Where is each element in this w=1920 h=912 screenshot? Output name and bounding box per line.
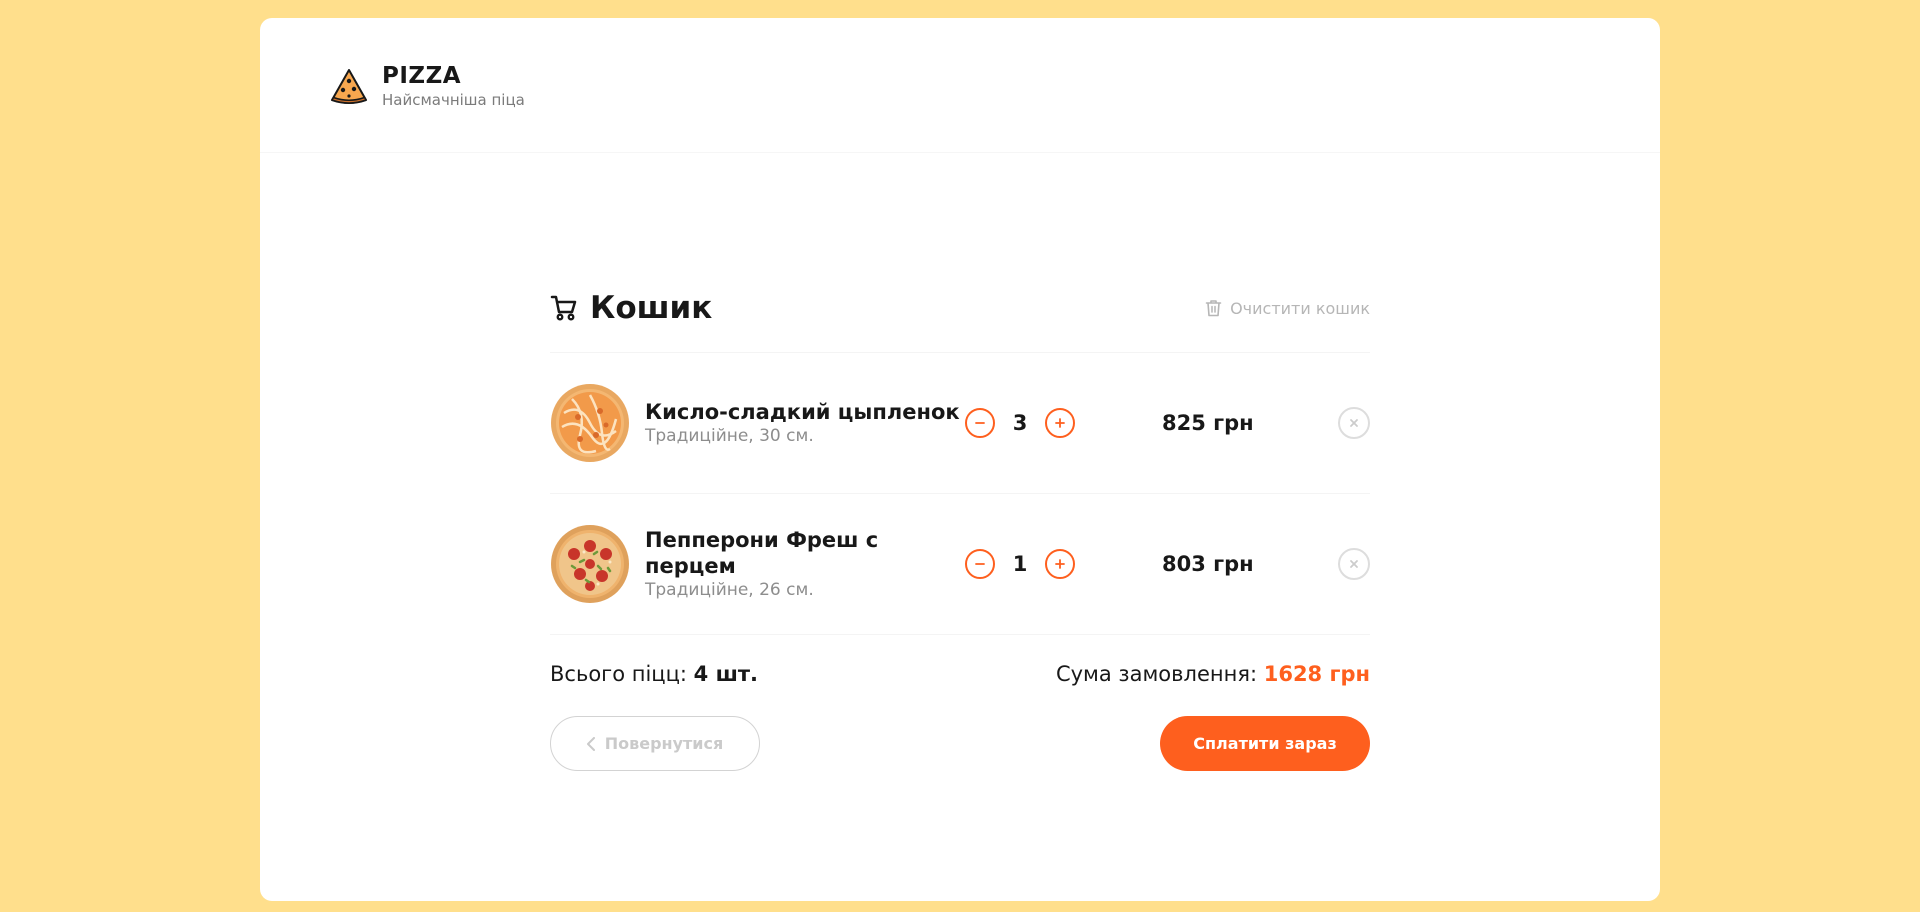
- cart-item: Пепперони Фреш с перцем Традиційне, 26 с…: [550, 494, 1370, 635]
- cart-title: Кошик: [550, 290, 712, 326]
- remove-item-button[interactable]: [1338, 407, 1370, 439]
- cart-icon: [550, 293, 580, 323]
- cart-item: Кисло-сладкий цыпленок Традиційне, 30 см…: [550, 353, 1370, 494]
- pizza-image: [550, 524, 630, 604]
- cart-title-text: Кошик: [590, 290, 713, 326]
- item-count: 3: [1012, 411, 1028, 435]
- cart-header: Кошик Очистити кошик: [550, 278, 1370, 353]
- item-details: Традиційне, 30 см.: [645, 426, 814, 446]
- back-button[interactable]: Повернутися: [550, 716, 760, 771]
- item-details: Традиційне, 26 см.: [645, 580, 814, 600]
- remove-item-button[interactable]: [1338, 548, 1370, 580]
- total-sum-value: 1628 грн: [1263, 662, 1370, 686]
- decrement-button[interactable]: [965, 408, 995, 438]
- cart-actions: Повернутися Сплатити зараз: [550, 716, 1370, 771]
- increment-button[interactable]: [1045, 408, 1075, 438]
- item-count: 1: [1012, 552, 1028, 576]
- chevron-left-icon: [586, 736, 595, 751]
- logo-subtitle: Найсмачніша піца: [382, 91, 525, 109]
- logo-title: PIZZA: [382, 63, 462, 89]
- trash-icon: [1205, 299, 1223, 317]
- item-price: 825 грн: [1162, 411, 1254, 435]
- total-sum-label: Сума замовлення:: [1055, 662, 1258, 686]
- total-count: Всього піцц: 4 шт.: [550, 662, 758, 686]
- quantity-stepper: 1: [965, 549, 1075, 579]
- minus-icon: [975, 422, 985, 424]
- page-container: PIZZA Найсмачніша піца Кошик Очистити ко…: [260, 18, 1660, 901]
- total-sum: Сума замовлення: 1628 грн: [1056, 662, 1370, 686]
- header: PIZZA Найсмачніша піца: [260, 18, 1660, 153]
- plus-icon: [1055, 559, 1065, 569]
- plus-icon: [1055, 418, 1065, 428]
- clear-cart-label: Очистити кошик: [1230, 298, 1370, 318]
- total-count-value: 4 шт.: [693, 662, 759, 686]
- pay-button-label: Сплатити зараз: [1193, 734, 1337, 753]
- cart-summary: Всього піцц: 4 шт. Сума замовлення: 1628…: [550, 662, 1370, 686]
- pizza-image: [550, 383, 630, 463]
- pay-now-button[interactable]: Сплатити зараз: [1160, 716, 1370, 771]
- increment-button[interactable]: [1045, 549, 1075, 579]
- item-price: 803 грн: [1162, 552, 1254, 576]
- minus-icon: [975, 563, 985, 565]
- total-count-label: Всього піцц:: [550, 662, 687, 686]
- pizza-slice-icon: [328, 65, 370, 107]
- item-name: Кисло-сладкий цыпленок: [645, 400, 960, 424]
- item-name: Пепперони Фреш с перцем: [645, 528, 879, 578]
- close-icon: [1350, 560, 1358, 568]
- decrement-button[interactable]: [965, 549, 995, 579]
- cart: Кошик Очистити кошик Кисло-сладкий цыпле…: [550, 278, 1370, 771]
- logo[interactable]: PIZZA Найсмачніша піца: [328, 62, 525, 110]
- back-button-label: Повернутися: [604, 734, 724, 753]
- quantity-stepper: 3: [965, 408, 1075, 438]
- clear-cart-button[interactable]: Очистити кошик: [1205, 299, 1370, 318]
- close-icon: [1350, 419, 1358, 427]
